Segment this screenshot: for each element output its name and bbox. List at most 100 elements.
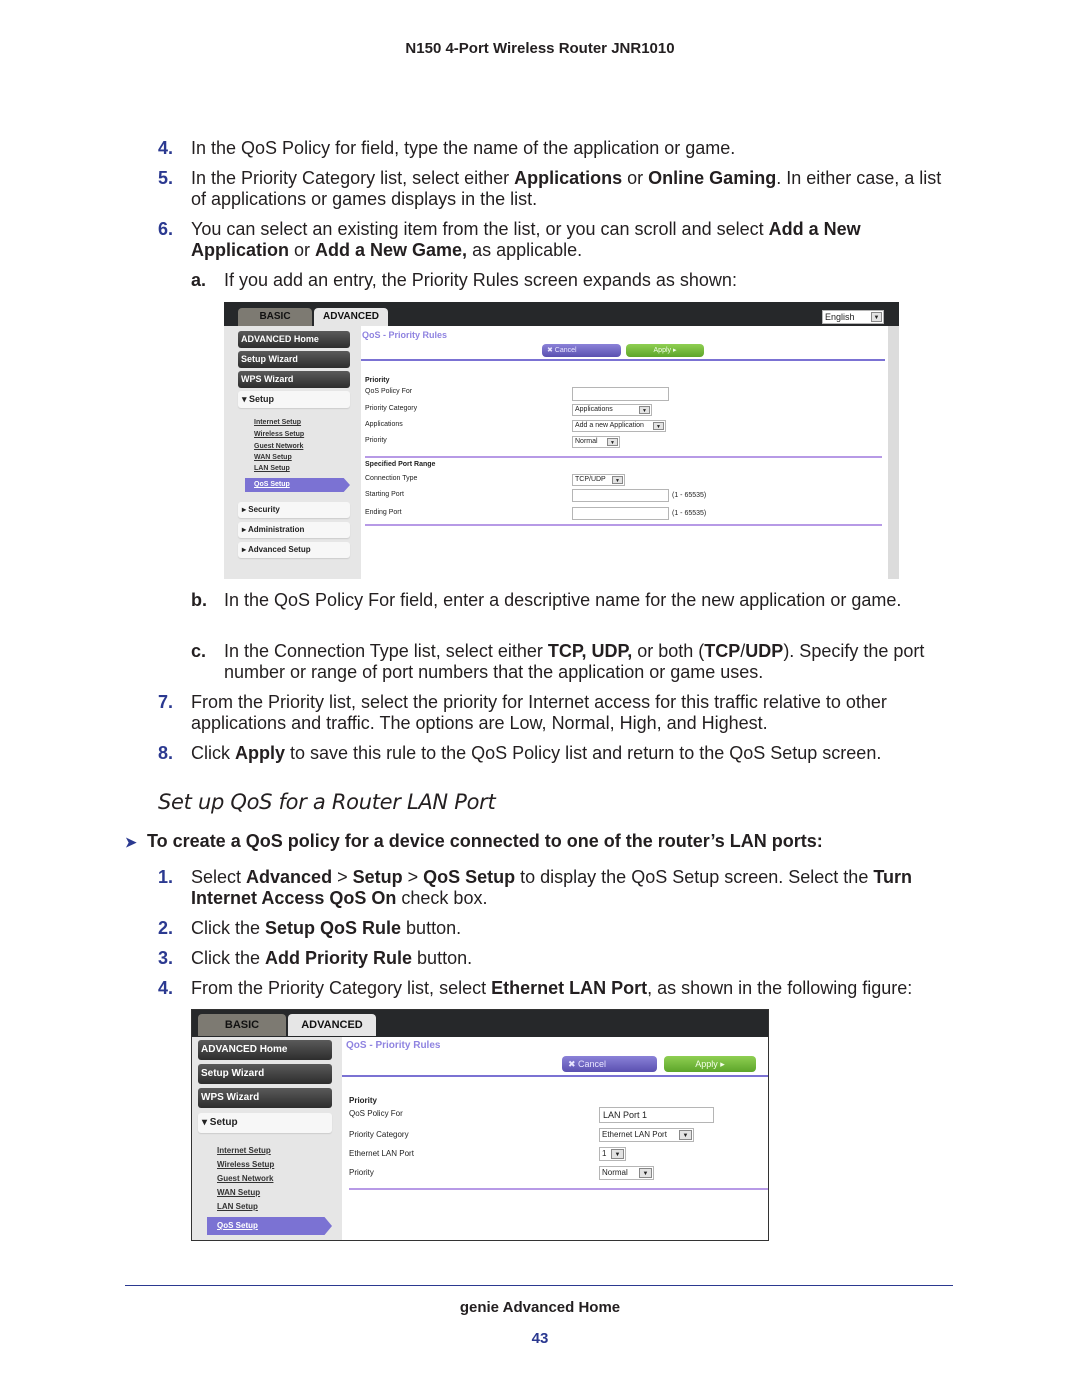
nav-wan-setup[interactable]: WAN Setup	[217, 1188, 260, 1197]
step-text: Click Apply to save this rule to the QoS…	[191, 743, 958, 764]
priority-select[interactable]: Normal ▼	[572, 436, 620, 448]
nav-guest-network[interactable]: Guest Network	[254, 443, 303, 450]
qos-policy-for-input[interactable]	[572, 387, 669, 401]
text-run: as applicable.	[467, 240, 583, 260]
nav-internet-setup[interactable]: Internet Setup	[217, 1146, 271, 1155]
lan-port-value: 1	[602, 1149, 607, 1158]
text-run: In the QoS Policy For field, enter a des…	[224, 590, 902, 610]
divider	[342, 1075, 768, 1077]
nav-advanced-home[interactable]: ADVANCED Home	[198, 1040, 332, 1060]
apply-button[interactable]: Apply ▸	[664, 1056, 756, 1072]
nav-internet-setup[interactable]: Internet Setup	[254, 419, 301, 426]
nav-qos-setup[interactable]: QoS Setup	[207, 1217, 332, 1235]
text-run: In the QoS Policy for field, type the na…	[191, 138, 736, 158]
dropdown-icon: ▼	[679, 1130, 692, 1140]
ui-term: UDP	[745, 641, 784, 661]
dropdown-icon: ▼	[639, 1168, 652, 1178]
step-text: In the QoS Policy for field, type the na…	[191, 138, 958, 159]
text-run: In the Connection Type list, select eith…	[224, 641, 548, 661]
page-number: 43	[531, 1330, 549, 1347]
step-text: Click the Setup QoS Rule button.	[191, 918, 958, 939]
nav-qos-setup[interactable]: QoS Setup	[245, 478, 350, 492]
step-number: 8.	[158, 743, 174, 763]
priority-category-value: Applications	[575, 406, 613, 413]
nav-wps-wizard[interactable]: WPS Wizard	[238, 371, 350, 388]
priority-select[interactable]: Normal ▼	[599, 1166, 654, 1180]
nav-advanced-home[interactable]: ADVANCED Home	[238, 331, 350, 348]
text-run: If you add an entry, the Priority Rules …	[224, 270, 737, 290]
connection-type-value: TCP/UDP	[575, 476, 606, 483]
starting-port-input[interactable]	[572, 489, 669, 502]
text-run: In the Priority Category list, select ei…	[191, 168, 515, 188]
applications-select[interactable]: Add a new Application ▼	[572, 420, 666, 432]
step-7: 7. From the Priority list, select the pri…	[158, 692, 958, 734]
nav-setup[interactable]: ▾ Setup	[238, 391, 350, 408]
priority-category-select[interactable]: Ethernet LAN Port ▼	[599, 1128, 694, 1142]
ui-term: TCP, UDP,	[547, 641, 633, 661]
nav-administration[interactable]: ▸ Administration	[238, 522, 350, 538]
text-run: button.	[401, 918, 462, 938]
step-c-3: 3. Click the Add Priority Rule button.	[158, 948, 958, 969]
divider	[365, 524, 882, 526]
footer-title: genie Advanced Home	[459, 1299, 621, 1316]
step-number: 7.	[158, 692, 174, 712]
divider	[349, 1188, 768, 1190]
nav-lan-setup[interactable]: LAN Setup	[254, 465, 290, 472]
dropdown-icon: ▼	[612, 476, 623, 484]
nav-security[interactable]: ▸ Security	[238, 502, 350, 518]
text-run: From the Priority list, select the prior…	[191, 692, 887, 733]
scrollbar[interactable]	[888, 326, 899, 579]
cancel-button[interactable]: ✖ Cancel	[562, 1056, 657, 1072]
label-connection-type: Connection Type	[365, 475, 418, 482]
priority-heading: Priority	[349, 1096, 378, 1105]
apply-button[interactable]: Apply ▸	[626, 344, 704, 357]
page-title: QoS - Priority Rules	[346, 1040, 441, 1051]
procedure-heading: ➤ To create a QoS policy for a device con…	[125, 831, 823, 852]
step-number: 5.	[158, 168, 174, 188]
language-value: English	[825, 312, 855, 322]
ending-port-input[interactable]	[572, 507, 669, 520]
text-run: From the Priority Category list, select	[191, 978, 492, 998]
language-select[interactable]: English ▼	[822, 310, 884, 324]
nav-wps-wizard[interactable]: WPS Wizard	[198, 1088, 332, 1108]
step-text: From the Priority list, select the prior…	[191, 692, 958, 734]
nav-setup-wizard[interactable]: Setup Wizard	[238, 351, 350, 368]
nav-guest-network[interactable]: Guest Network	[217, 1174, 273, 1183]
connection-type-select[interactable]: TCP/UDP ▼	[572, 474, 625, 486]
step-number: 1.	[158, 867, 174, 887]
nav-advanced-setup[interactable]: ▸ Advanced Setup	[238, 542, 350, 558]
step-text: In the Connection Type list, select eith…	[224, 641, 951, 683]
step-number: 3.	[158, 948, 174, 968]
cancel-button[interactable]: ✖ Cancel	[542, 344, 621, 357]
tab-advanced[interactable]: ADVANCED	[288, 1014, 376, 1036]
nav-wireless-setup[interactable]: Wireless Setup	[217, 1160, 274, 1169]
divider	[361, 359, 885, 361]
text-run: Click the	[191, 918, 266, 938]
text-run: check box.	[396, 888, 488, 908]
text-run: button.	[412, 948, 473, 968]
port-range-heading: Specified Port Range	[365, 461, 436, 468]
qos-policy-for-input[interactable]: LAN Port 1	[599, 1107, 714, 1123]
priority-category-select[interactable]: Applications ▼	[572, 404, 652, 416]
step-number: 2.	[158, 918, 174, 938]
tab-advanced[interactable]: ADVANCED	[314, 308, 388, 326]
nav-setup[interactable]: ▾ Setup	[198, 1113, 332, 1133]
lan-port-select[interactable]: 1 ▼	[599, 1147, 626, 1161]
step-5: 5. In the Priority Category list, select …	[158, 168, 958, 210]
procedure-heading-text: To create a QoS policy for a device conn…	[147, 831, 823, 851]
label-applications: Applications	[365, 421, 403, 428]
text-run: to display the QoS Setup screen. Select …	[515, 867, 874, 887]
text-run: , as shown in the following figure:	[647, 978, 913, 998]
tab-basic[interactable]: BASIC	[238, 308, 312, 326]
tab-basic[interactable]: BASIC	[198, 1014, 286, 1036]
nav-setup-wizard[interactable]: Setup Wizard	[198, 1064, 332, 1084]
text-run: or both (	[632, 641, 705, 661]
dropdown-icon: ▼	[653, 422, 664, 430]
content-panel	[361, 326, 888, 579]
ui-term: Apply	[235, 743, 286, 763]
nav-wireless-setup[interactable]: Wireless Setup	[254, 431, 304, 438]
nav-lan-setup[interactable]: LAN Setup	[217, 1202, 258, 1211]
step-c-1: 1. Select Advanced > Setup > QoS Setup to…	[158, 867, 958, 909]
dropdown-icon: ▼	[871, 312, 882, 322]
nav-wan-setup[interactable]: WAN Setup	[254, 454, 292, 461]
